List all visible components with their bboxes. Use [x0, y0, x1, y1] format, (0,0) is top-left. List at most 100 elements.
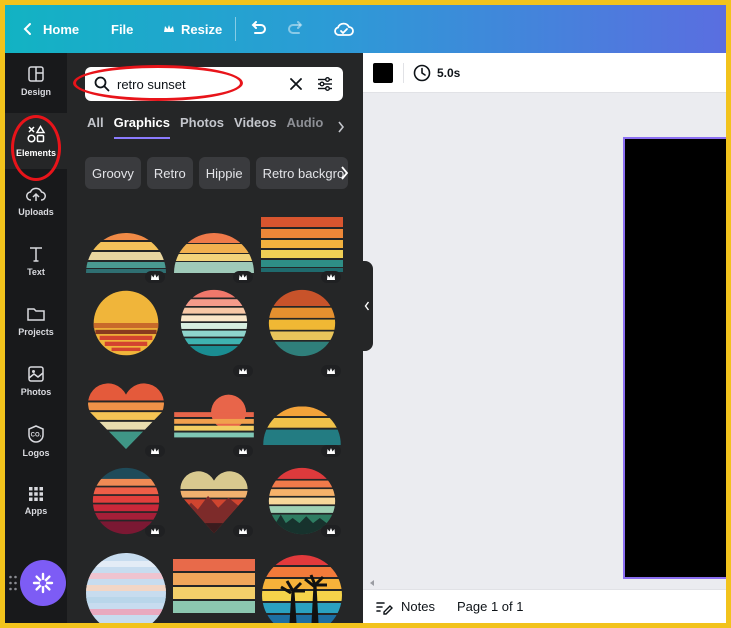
rail-label-apps: Apps — [24, 506, 48, 516]
rail-label-text: Text — [27, 267, 45, 277]
premium-badge — [233, 365, 253, 377]
premium-badge — [233, 445, 253, 457]
elements-icon — [27, 125, 46, 143]
rail-item-projects[interactable]: Projects — [5, 293, 67, 349]
graphic-result[interactable] — [261, 211, 343, 279]
chip-hippie[interactable]: Hippie — [198, 157, 250, 189]
canva-editor: Home File Resize Design Elements Uploads… — [5, 5, 726, 623]
clear-icon[interactable] — [290, 78, 302, 90]
premium-badge — [321, 365, 341, 377]
chip-retro-background[interactable]: Retro backgro — [255, 157, 348, 189]
uploads-icon — [26, 187, 46, 201]
horizontal-scrollbar[interactable] — [363, 577, 726, 589]
duration-label: 5.0s — [437, 66, 461, 80]
file-menu-button[interactable]: File — [111, 5, 133, 53]
scroll-left-icon[interactable] — [369, 580, 375, 586]
rail-label-logos: Logos — [22, 448, 50, 458]
chevron-left-icon — [364, 301, 370, 311]
graphic-result[interactable] — [85, 211, 167, 279]
graphic-result[interactable] — [173, 383, 255, 451]
crown-icon — [164, 25, 174, 32]
graphic-result[interactable] — [261, 289, 343, 357]
crown-icon — [151, 528, 159, 534]
crown-icon — [239, 448, 247, 454]
premium-badge — [321, 271, 341, 283]
design-icon — [28, 66, 44, 82]
chevron-right-icon[interactable] — [337, 121, 345, 133]
resize-button[interactable]: Resize — [163, 5, 222, 53]
left-rail: Design Elements Uploads Text Projects Ph… — [5, 53, 67, 623]
chip-retro[interactable]: Retro — [146, 157, 193, 189]
design-page[interactable] — [623, 137, 726, 579]
resize-label: Resize — [181, 21, 223, 37]
rail-item-design[interactable]: Design — [5, 53, 67, 109]
crown-icon — [327, 448, 335, 454]
premium-badge — [233, 525, 253, 537]
graphic-result[interactable] — [173, 211, 255, 279]
graphic-result[interactable] — [173, 551, 255, 623]
filter-icon[interactable] — [317, 76, 333, 92]
search-icon — [94, 76, 110, 92]
clock-icon — [413, 64, 431, 82]
tab-all[interactable]: All — [87, 115, 104, 139]
apps-grid-icon — [29, 487, 43, 501]
search-input[interactable] — [117, 67, 277, 101]
page-indicator[interactable]: Page 1 of 1 — [457, 599, 524, 614]
rail-label-design: Design — [20, 87, 51, 97]
tab-videos[interactable]: Videos — [234, 115, 276, 139]
collapse-panel-handle[interactable] — [361, 261, 373, 351]
chips-chevron-right-icon[interactable] — [339, 165, 349, 181]
tab-graphics[interactable]: Graphics — [113, 115, 170, 139]
redo-button[interactable] — [287, 5, 305, 53]
rail-label-projects: Projects — [18, 327, 54, 337]
search-tabs: All Graphics Photos Videos Audio — [87, 115, 333, 141]
file-label: File — [111, 21, 134, 37]
graphic-result[interactable] — [173, 289, 255, 357]
undo-icon — [251, 21, 266, 34]
crown-icon — [239, 528, 247, 534]
undo-button[interactable] — [249, 5, 267, 53]
rail-item-apps[interactable]: Apps — [5, 473, 67, 529]
rail-item-uploads[interactable]: Uploads — [5, 173, 67, 229]
notes-label: Notes — [401, 599, 435, 614]
notes-icon — [376, 601, 393, 615]
premium-badge — [145, 271, 165, 283]
notes-button[interactable]: Notes — [375, 599, 435, 615]
graphic-result[interactable] — [85, 289, 167, 357]
crown-icon — [327, 274, 335, 280]
graphic-result[interactable] — [261, 551, 343, 623]
home-label: Home — [43, 21, 80, 37]
logos-icon: CO. — [28, 425, 44, 443]
svg-text:CO.: CO. — [31, 433, 42, 439]
chip-groovy[interactable]: Groovy — [85, 157, 141, 189]
premium-badge — [145, 525, 165, 537]
text-icon — [30, 247, 42, 262]
duration-button[interactable]: 5.0s — [413, 53, 460, 93]
graphic-result[interactable] — [85, 551, 167, 623]
chevron-left-icon — [23, 23, 31, 35]
drag-handle-icon[interactable] — [8, 573, 18, 593]
graphic-result[interactable] — [261, 383, 343, 451]
magic-button[interactable] — [20, 560, 66, 606]
rail-item-photos[interactable]: Photos — [5, 353, 67, 409]
crown-icon — [239, 274, 247, 280]
tab-photos[interactable]: Photos — [180, 115, 224, 139]
home-button[interactable]: Home — [23, 5, 79, 53]
crown-icon — [327, 528, 335, 534]
tab-audio[interactable]: Audio — [286, 115, 323, 139]
suggestion-chips: Groovy Retro Hippie Retro backgro — [85, 157, 354, 189]
graphic-result[interactable] — [85, 383, 167, 451]
cloud-save-status[interactable] — [333, 5, 355, 53]
rail-item-logos[interactable]: CO. Logos — [5, 413, 67, 469]
search-box[interactable] — [85, 67, 343, 101]
rail-item-elements[interactable]: Elements — [5, 113, 67, 169]
editor-footer: Notes Page 1 of 1 — [363, 589, 726, 623]
premium-badge — [321, 445, 341, 457]
redo-icon — [288, 21, 303, 34]
fill-color-swatch[interactable] — [373, 63, 393, 83]
crown-icon — [151, 448, 159, 454]
top-bar: Home File Resize — [5, 5, 726, 53]
crown-icon — [327, 368, 335, 374]
cloud-saved-icon — [334, 22, 354, 36]
rail-item-text[interactable]: Text — [5, 233, 67, 289]
